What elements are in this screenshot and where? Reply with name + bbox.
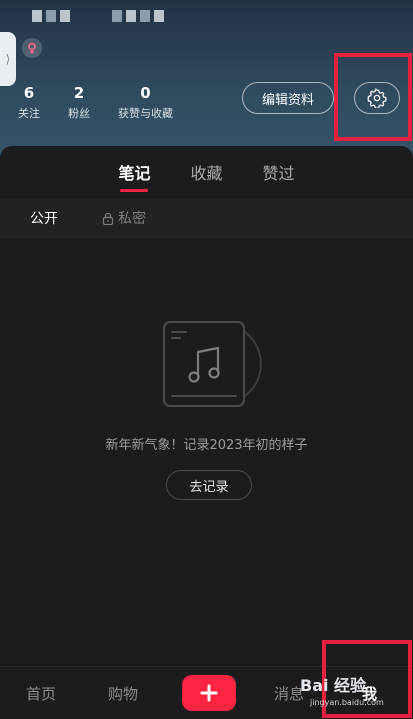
subtab-public[interactable]: 公开 (30, 208, 58, 228)
nav-home[interactable]: 首页 (26, 683, 56, 704)
stat-followers-count: 2 (73, 84, 85, 102)
start-recording-button[interactable]: 去记录 (166, 470, 252, 500)
edit-profile-button[interactable]: 编辑资料 (242, 82, 334, 114)
blurred-username (32, 10, 70, 24)
visibility-subtabs: 公开 私密 (0, 198, 413, 238)
content-tabs: 笔记 收藏 赞过 (0, 160, 413, 192)
lock-icon (102, 212, 114, 225)
subtab-private-label: 私密 (118, 211, 146, 227)
stat-following[interactable]: 6 关注 (18, 84, 40, 122)
stat-followers[interactable]: 2 粉丝 (68, 84, 90, 122)
watermark-logo-text: Bai 经验 (300, 676, 367, 695)
side-drawer-handle[interactable]: ⟩ (0, 32, 16, 86)
empty-state-message: 新年新气象！记录2023年初的样子 (105, 438, 308, 453)
music-record-icon (163, 321, 262, 407)
plus-icon (200, 684, 218, 702)
nav-shop[interactable]: 购物 (108, 683, 138, 704)
subtab-private[interactable]: 私密 (102, 208, 146, 228)
stat-followers-label: 粉丝 (68, 107, 90, 120)
tab-liked[interactable]: 赞过 (263, 160, 295, 192)
stat-likes-label: 获赞与收藏 (118, 107, 173, 120)
blurred-id (112, 10, 164, 22)
highlight-box-settings (334, 53, 412, 141)
stat-following-label: 关注 (18, 107, 40, 120)
tab-collections[interactable]: 收藏 (190, 160, 222, 192)
profile-stats: 6 关注 2 粉丝 0 获赞与收藏 (18, 84, 173, 122)
female-icon (22, 38, 42, 58)
content-panel: 笔记 收藏 赞过 公开 私密 新年新气象！记录2023年初的样子 去记录 (0, 146, 413, 666)
stat-likes-count: 0 (140, 84, 151, 102)
add-post-button[interactable] (182, 675, 236, 711)
baidu-watermark: Bai 经验 jingyan.baidu.com (300, 672, 408, 716)
stat-following-count: 6 (23, 84, 35, 102)
tab-notes[interactable]: 笔记 (118, 160, 150, 192)
watermark-url: jingyan.baidu.com (310, 698, 384, 707)
stat-likes[interactable]: 0 获赞与收藏 (118, 84, 173, 122)
